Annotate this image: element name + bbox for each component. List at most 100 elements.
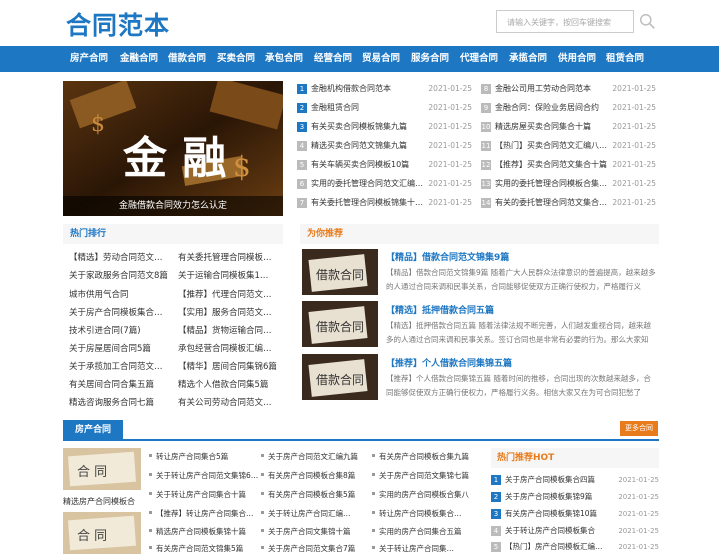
hero-banner[interactable]: $ $ 金 融 金融借款合同效力怎么认定 [63,81,283,216]
bottom-link[interactable]: 有关房产合同范文锦集5篇 [156,543,260,554]
list-item[interactable]: 3 有关房产合同模板集锦10篇 2021-01-25 [491,507,659,521]
list-item[interactable]: 9 金融合同：保险业务居间合约 2021-01-25 [481,101,656,115]
hot-rank-link[interactable]: 关于房产合同模板集合… [69,306,169,318]
search-input[interactable]: 请输入关键字，按回车键搜索 [496,10,634,33]
list-item-title[interactable]: 关于转让房产合同模板集合 [505,524,613,538]
recommend-item-title[interactable]: 【推荐】个人借款合同集锦五篇 [386,356,512,369]
list-item[interactable]: 12 【推荐】买卖合同范文集合十篇 2021-01-25 [481,158,656,172]
hot-rank-link[interactable]: 城市供用气合同 [69,288,169,300]
hot-rank-link[interactable]: 精选个人借款合同集5篇 [178,378,280,390]
bottom-link[interactable]: 实用的房产合同集合五篇 [379,526,483,537]
list-item-title[interactable]: 金融公司用工劳动合同范本 [495,82,610,96]
list-item[interactable]: 1 金融机构借款合同范本 2021-01-25 [297,82,472,96]
list-item[interactable]: 1 关于房产合同模板集合四篇 2021-01-25 [491,473,659,487]
bottom-link[interactable]: 关于转让房产合同范文集锦6… [156,470,260,481]
hot-rank-link[interactable]: 【精华】居间合同集锦6篇 [178,360,280,372]
bottom-thumbnail[interactable]: 合 同 [63,448,141,490]
site-logo[interactable]: 合同范本 [66,6,170,42]
nav-item[interactable]: 承揽合同 [509,46,547,72]
list-item-title[interactable]: 金融租赁合同 [311,101,426,115]
bottom-link[interactable]: 关于转让房产合同集合十篇 [156,489,260,500]
hot-rank-link[interactable]: 【推荐】代理合同范文… [178,288,280,300]
nav-item[interactable]: 房产合同 [70,46,108,72]
list-item[interactable]: 14 有关的委托管理合同范文集合… 2021-01-25 [481,196,656,210]
nav-item[interactable]: 承包合同 [265,46,303,72]
list-item-title[interactable]: 【推荐】买卖合同范文集合十篇 [495,158,610,172]
list-item[interactable]: 3 有关买卖合同模板锦集九篇 2021-01-25 [297,120,472,134]
list-item-title[interactable]: 关于房产合同模板集合四篇 [505,473,613,487]
recommend-item-title[interactable]: 【精品】借款合同范文锦集9篇 [386,250,509,263]
bottom-link[interactable]: 关于房产合同范文汇编九篇 [268,451,372,462]
hot-rank-link[interactable]: 【精品】货物运输合同… [178,324,280,336]
list-item[interactable]: 10 精选房屋买卖合同集合十篇 2021-01-25 [481,120,656,134]
nav-item[interactable]: 借款合同 [168,46,206,72]
recommend-thumbnail[interactable]: 借款合同 [302,354,378,400]
hot-rank-link[interactable]: 【实用】服务合同范文… [178,306,280,318]
bottom-link[interactable]: 有关房产合同模板合集8篇 [268,470,372,481]
hero-caption[interactable]: 金融借款合同效力怎么认定 [63,196,283,216]
list-item-title[interactable]: 有关房产合同模板集锦10篇 [505,507,613,521]
bottom-thumbnail[interactable]: 合 同 [63,512,141,554]
hot-rank-link[interactable]: 承包经营合同模板汇编… [178,342,280,354]
list-item-title[interactable]: 金融机构借款合同范本 [311,82,426,96]
nav-item[interactable]: 服务合同 [411,46,449,72]
list-item-title[interactable]: 精选房屋买卖合同集合十篇 [495,120,610,134]
nav-item[interactable]: 经营合同 [314,46,352,72]
bottom-link[interactable]: 精选房产合同模板集锦十篇 [156,526,260,537]
list-item[interactable]: 6 实用的委托管理合同范文汇编… 2021-01-25 [297,177,472,191]
bottom-link[interactable]: 关于房产合同文集锦十篇 [268,526,372,537]
bottom-link[interactable]: 【推荐】转让房产合同集合… [156,508,260,519]
list-item[interactable]: 4 精选买卖合同范文锦集九篇 2021-01-25 [297,139,472,153]
bottom-link[interactable]: 有关房产合同模板合集九篇 [379,451,483,462]
hot-rank-link[interactable]: 精选咨询服务合同七篇 [69,396,169,408]
hot-rank-link[interactable]: 关于家政服务合同范文8篇 [69,269,173,281]
nav-item[interactable]: 代理合同 [460,46,498,72]
hot-rank-link[interactable]: 关于房屋居间合同5篇 [69,342,169,354]
bottom-link[interactable]: 实用的房产合同模板合集八 [379,489,483,500]
nav-item[interactable]: 供用合同 [558,46,596,72]
recommend-thumbnail[interactable]: 借款合同 [302,249,378,295]
bottom-link[interactable]: 转让房产合同集合5篇 [156,451,260,462]
recommend-thumbnail[interactable]: 借款合同 [302,301,378,347]
list-item-title[interactable]: 有关的委托管理合同范文集合… [495,196,610,210]
list-item[interactable]: 11 【热门】买卖合同范文汇编八… 2021-01-25 [481,139,656,153]
list-item[interactable]: 2 金融租赁合同 2021-01-25 [297,101,472,115]
list-item-title[interactable]: 实用的委托管理合同模板合集… [495,177,610,191]
bottom-thumbnail-caption[interactable]: 精选房产合同模板合 [63,496,135,507]
nav-item[interactable]: 租赁合同 [606,46,644,72]
hot-rank-link[interactable]: 有关居间合同合集五篇 [69,378,169,390]
nav-item[interactable]: 买卖合同 [217,46,255,72]
hot-rank-link[interactable]: 有关公司劳动合同范文… [178,396,280,408]
hot-rank-link[interactable]: 关于承揽加工合同范文… [69,360,169,372]
more-button[interactable]: 更多合同 [620,421,658,436]
bottom-link[interactable]: 关于房产合同范文集锦七篇 [379,470,483,481]
bottom-link[interactable]: 关于转让房产合同集… [379,543,483,554]
list-item[interactable]: 7 有关委托管理合同模板锦集十… 2021-01-25 [297,196,472,210]
list-item[interactable]: 13 实用的委托管理合同模板合集… 2021-01-25 [481,177,656,191]
list-item-title[interactable]: 金融合同：保险业务居间合约 [495,101,610,115]
list-item-title[interactable]: 有关买卖合同模板锦集九篇 [311,120,426,134]
hot-rank-link[interactable]: 【精选】劳动合同范文… [69,251,169,263]
list-item-title[interactable]: 【热门】买卖合同范文汇编八… [495,139,610,153]
recommend-item-title[interactable]: 【精选】抵押借款合同五篇 [386,303,494,316]
bottom-link[interactable]: 转让房产合同模板集合… [379,508,483,519]
tab-house-contract[interactable]: 房产合同 [63,420,123,440]
nav-item[interactable]: 金融合同 [120,46,158,72]
hot-rank-link[interactable]: 技术引进合同(7篇) [69,324,169,336]
search-icon[interactable] [639,13,656,30]
hot-rank-link[interactable]: 关于运输合同模板集1… [178,269,280,281]
list-item[interactable]: 2 关于房产合同模板集锦9篇 2021-01-25 [491,490,659,504]
list-item-title[interactable]: 【热门】房产合同模板汇编… [505,540,613,554]
list-item[interactable]: 5 【热门】房产合同模板汇编… 2021-01-25 [491,540,659,554]
list-item[interactable]: 4 关于转让房产合同模板集合 2021-01-25 [491,524,659,538]
nav-item[interactable]: 贸易合同 [362,46,400,72]
bottom-link[interactable]: 关于转让房产合同汇编… [268,508,372,519]
list-item[interactable]: 5 有关车辆买卖合同模板10篇 2021-01-25 [297,158,472,172]
list-item-title[interactable]: 精选买卖合同范文锦集九篇 [311,139,426,153]
hot-rank-link[interactable]: 有关委托管理合同模板… [178,251,280,263]
bottom-link[interactable]: 关于房产合同范文集合7篇 [268,543,372,554]
list-item-title[interactable]: 有关委托管理合同模板锦集十… [311,196,426,210]
list-item-title[interactable]: 有关车辆买卖合同模板10篇 [311,158,426,172]
list-item[interactable]: 8 金融公司用工劳动合同范本 2021-01-25 [481,82,656,96]
list-item-title[interactable]: 实用的委托管理合同范文汇编… [311,177,426,191]
